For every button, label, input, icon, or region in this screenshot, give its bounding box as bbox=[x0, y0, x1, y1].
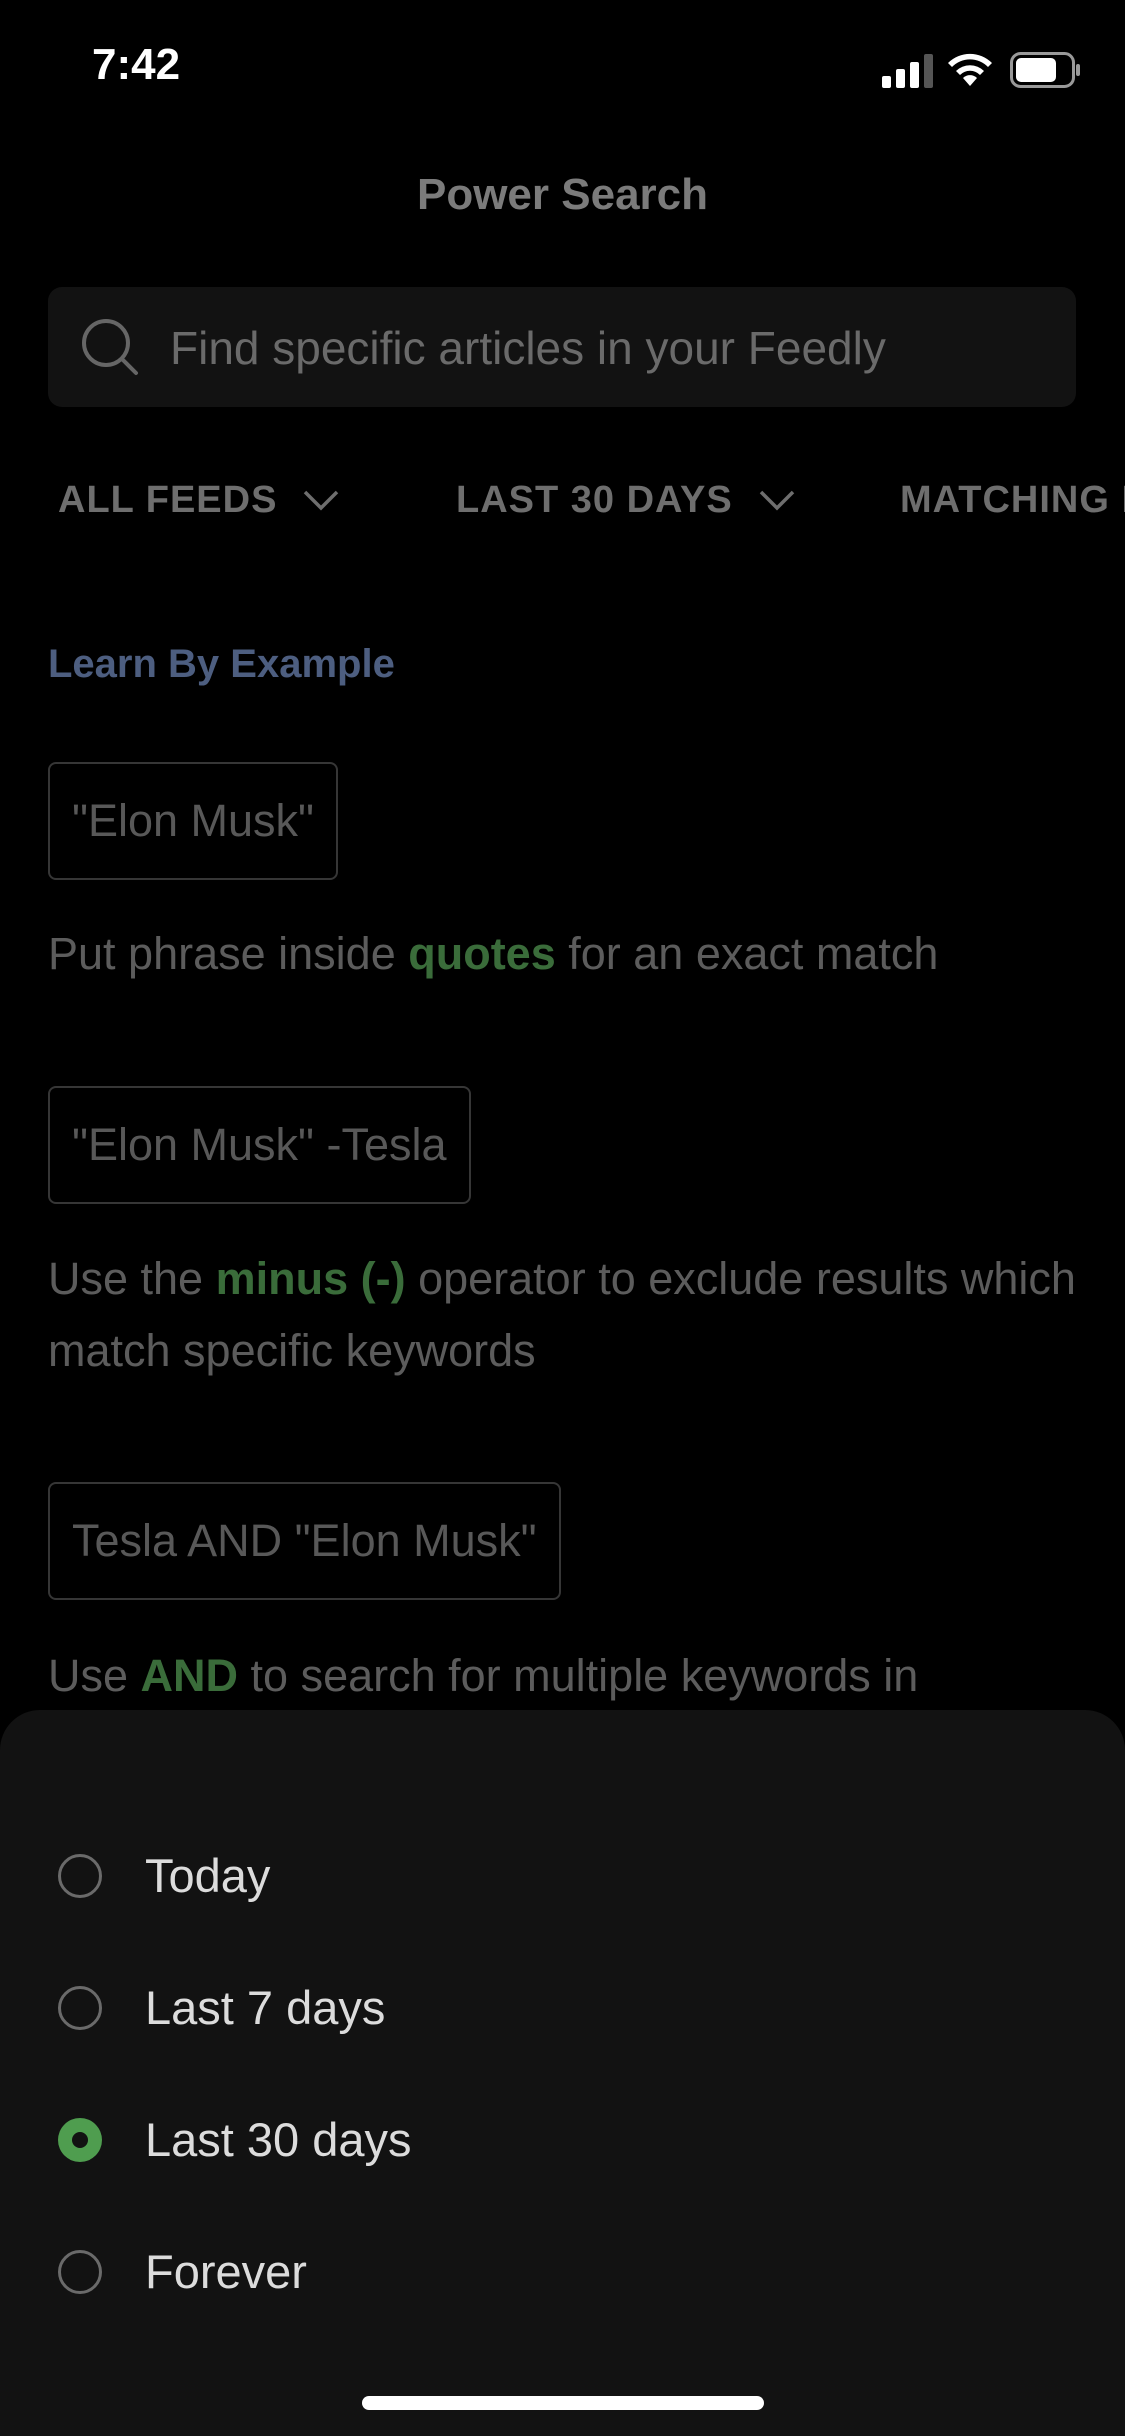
wifi-icon bbox=[948, 53, 992, 86]
radio-button-selected[interactable] bbox=[58, 2118, 102, 2162]
example-query-chip[interactable]: "Elon Musk" -Tesla bbox=[48, 1086, 471, 1204]
home-indicator[interactable] bbox=[362, 2396, 764, 2410]
filter-label: LAST 30 DAYS bbox=[456, 478, 733, 521]
status-time: 7:42 bbox=[92, 40, 181, 89]
example-description: Use the minus (-) operator to exclude re… bbox=[48, 1253, 1076, 1376]
example-query-chip[interactable]: "Elon Musk" bbox=[48, 762, 339, 880]
chevron-down-icon bbox=[759, 490, 794, 511]
filter-date-range[interactable]: LAST 30 DAYS bbox=[456, 470, 795, 530]
chevron-down-icon bbox=[304, 490, 339, 511]
cellular-signal-icon bbox=[882, 54, 934, 88]
date-option-last-7-days[interactable]: Last 7 days bbox=[0, 1956, 1125, 2066]
option-label: Last 30 days bbox=[145, 2113, 412, 2166]
option-label: Last 7 days bbox=[145, 1981, 386, 2034]
radio-button[interactable] bbox=[58, 1986, 102, 2030]
search-bar[interactable] bbox=[48, 287, 1076, 409]
date-range-sheet: Today Last 7 days Last 30 days Forever bbox=[0, 1710, 1125, 2436]
filter-label: ALL FEEDS bbox=[58, 478, 278, 521]
example-query-chip[interactable]: Tesla AND "Elon Musk" bbox=[48, 1482, 561, 1600]
battery-icon bbox=[1010, 52, 1080, 88]
option-label: Forever bbox=[145, 2245, 307, 2298]
radio-button[interactable] bbox=[58, 1854, 102, 1898]
search-input[interactable] bbox=[168, 287, 1052, 409]
search-icon bbox=[82, 319, 138, 375]
date-option-forever[interactable]: Forever bbox=[0, 2220, 1125, 2330]
filter-label: MATCHING I bbox=[900, 478, 1125, 521]
filter-bar: ALL FEEDS LAST 30 DAYS MATCHING I bbox=[0, 470, 1125, 530]
page-title: Power Search bbox=[416, 170, 709, 219]
option-label: Today bbox=[145, 1849, 271, 1902]
radio-button[interactable] bbox=[58, 2250, 102, 2294]
learn-by-example-link[interactable]: Learn By Example bbox=[48, 642, 395, 687]
filter-all-feeds[interactable]: ALL FEEDS bbox=[58, 470, 339, 530]
date-option-today[interactable]: Today bbox=[0, 1824, 1125, 1934]
date-option-last-30-days[interactable]: Last 30 days bbox=[0, 2088, 1125, 2198]
example-description: Use AND to search for multiple keywords … bbox=[48, 1650, 919, 1701]
example-description: Put phrase inside quotes for an exact ma… bbox=[48, 928, 939, 979]
filter-matching[interactable]: MATCHING I bbox=[900, 470, 1125, 530]
status-bar: 7:42 bbox=[0, 0, 1125, 140]
